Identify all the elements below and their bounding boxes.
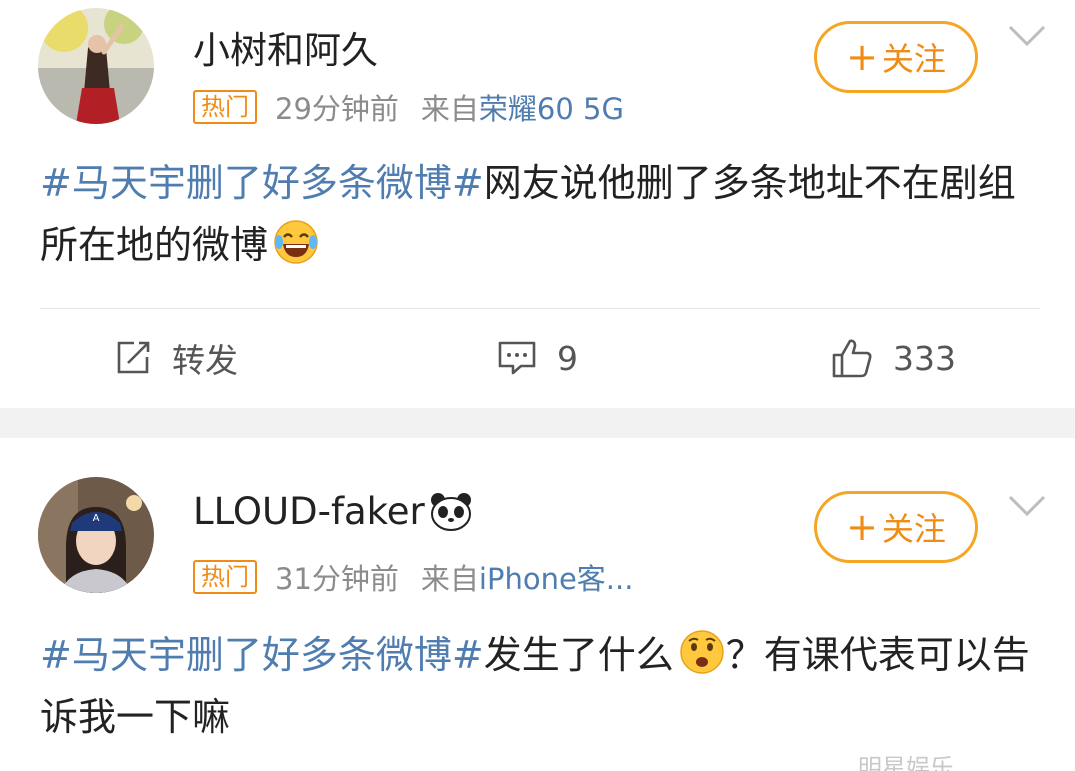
hot-badge: 热门 bbox=[193, 90, 257, 124]
post-content: #马天宇删了好多条微博#发生了什么 ？有课代表可以告诉我一下嘛 bbox=[40, 624, 1040, 748]
divider bbox=[40, 308, 1040, 309]
post-meta: 热门 29分钟前 来自 荣耀60 5G bbox=[193, 86, 624, 128]
thumbs-up-icon bbox=[832, 339, 872, 378]
laughing-tears-emoji bbox=[274, 220, 318, 264]
source-device-link[interactable]: iPhone客... bbox=[479, 556, 634, 598]
topic-link[interactable]: #马天宇删了好多条微博# bbox=[40, 161, 484, 205]
avatar[interactable] bbox=[38, 8, 154, 124]
like-count: 333 bbox=[893, 338, 956, 378]
comment-icon bbox=[498, 341, 536, 375]
follow-label: 关注 bbox=[881, 510, 946, 548]
comment-button[interactable]: 9 bbox=[497, 333, 578, 383]
post-separator bbox=[0, 408, 1075, 438]
chevron-down-icon[interactable] bbox=[1008, 494, 1046, 518]
source-prefix: 来自 bbox=[420, 92, 479, 126]
comment-count: 9 bbox=[557, 338, 578, 378]
plus-icon: + bbox=[846, 35, 878, 79]
watermark: 明星娱乐 bbox=[858, 754, 954, 771]
plus-icon: + bbox=[846, 505, 878, 549]
svg-text:A: A bbox=[93, 513, 100, 524]
post-text: 发生了什么 bbox=[483, 633, 674, 677]
username[interactable]: LLOUD-faker bbox=[193, 490, 473, 533]
weibo-post: 小树和阿久 热门 29分钟前 来自 荣耀60 5G + 关注 #马天宇删了好多条… bbox=[0, 0, 1075, 408]
username-text: LLOUD-faker bbox=[193, 490, 425, 533]
repost-icon bbox=[117, 341, 150, 374]
follow-button[interactable]: + 关注 bbox=[814, 491, 978, 563]
topic-link[interactable]: #马天宇删了好多条微博# bbox=[40, 633, 484, 677]
repost-label: 转发 bbox=[172, 341, 238, 380]
like-button[interactable]: 333 bbox=[831, 333, 956, 383]
post-time: 29分钟前 bbox=[275, 92, 399, 126]
username[interactable]: 小树和阿久 bbox=[193, 20, 378, 74]
follow-label: 关注 bbox=[881, 40, 946, 78]
repost-button[interactable]: 转发 bbox=[114, 333, 238, 383]
follow-button[interactable]: + 关注 bbox=[814, 21, 978, 93]
post-time: 31分钟前 bbox=[275, 562, 399, 596]
source-device-link[interactable]: 荣耀60 5G bbox=[479, 86, 624, 128]
post-content: #马天宇删了好多条微博#网友说他删了多条地址不在剧组所在地的微博 bbox=[40, 152, 1040, 276]
panda-emoji bbox=[430, 492, 471, 531]
hot-badge: 热门 bbox=[193, 560, 257, 594]
post-meta: 热门 31分钟前 来自 iPhone客... bbox=[193, 556, 633, 598]
source-prefix: 来自 bbox=[420, 562, 479, 596]
surprised-face-emoji bbox=[679, 630, 724, 674]
weibo-post: A LLOUD-faker 热门 31分钟前 来自 iPhone客... + 关… bbox=[0, 438, 1075, 771]
avatar[interactable]: A bbox=[38, 477, 154, 593]
chevron-down-icon[interactable] bbox=[1008, 24, 1046, 48]
